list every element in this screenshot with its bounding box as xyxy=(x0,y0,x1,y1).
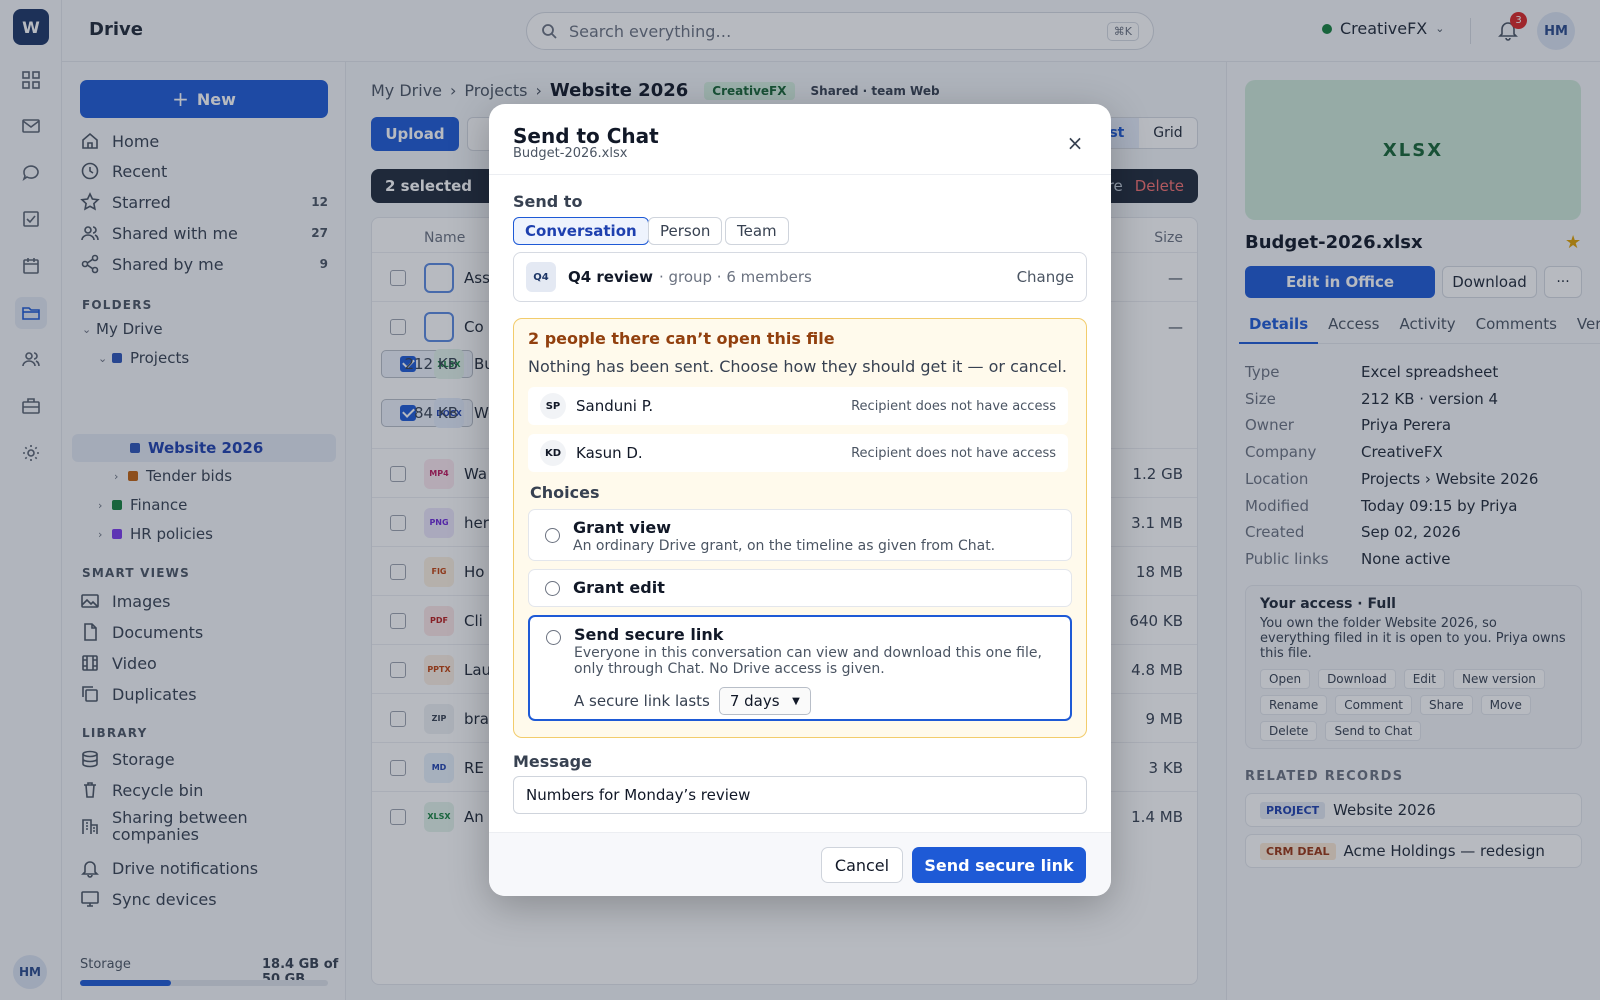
dialog-title: Send to Chat xyxy=(513,124,659,148)
choice-send-secure-link[interactable]: Send secure link Everyone in this conver… xyxy=(528,615,1072,721)
dialog-subtitle: Budget-2026.xlsx xyxy=(513,146,628,161)
choice-grant-view[interactable]: Grant view An ordinary Drive grant, on t… xyxy=(528,509,1072,561)
send-to-chat-dialog: Send to Chat Budget-2026.xlsx × Send to … xyxy=(489,104,1111,896)
conversation-meta: · group · 6 members xyxy=(658,268,812,286)
radio-grant-view[interactable] xyxy=(545,528,560,543)
choice-grant-edit[interactable]: Grant edit xyxy=(528,569,1072,607)
recipient-name: Kasun D. xyxy=(576,444,643,462)
selected-conversation: Q4 Q4 review · group · 6 members Change xyxy=(513,252,1087,302)
link-duration-select[interactable]: 7 days ▼ xyxy=(718,687,811,715)
send-secure-link-button[interactable]: Send secure link xyxy=(912,847,1086,883)
choice-description: An ordinary Drive grant, on the timeline… xyxy=(573,538,996,554)
chevron-down-icon: ▼ xyxy=(792,695,800,707)
recipient-access-note: Recipient does not have access xyxy=(851,398,1056,414)
conversation-name: Q4 review xyxy=(568,268,653,286)
cancel-button[interactable]: Cancel xyxy=(821,847,903,883)
target-tab-person[interactable]: Person xyxy=(648,217,723,245)
choice-title: Grant view xyxy=(573,518,671,537)
change-target-button[interactable]: Change xyxy=(1017,268,1074,286)
link-duration-row: A secure link lasts 7 days ▼ xyxy=(574,687,1060,715)
dialog-footer: Cancel Send secure link xyxy=(489,832,1111,896)
recipient-avatar: SP xyxy=(540,393,566,419)
choice-title: Send secure link xyxy=(574,625,724,644)
conversation-avatar: Q4 xyxy=(526,262,556,292)
access-warning: 2 people there can’t open this file Noth… xyxy=(513,318,1087,738)
link-duration-label: A secure link lasts xyxy=(574,692,710,710)
link-duration-value: 7 days xyxy=(729,692,780,710)
recipient-avatar: KD xyxy=(540,440,566,466)
close-icon[interactable]: × xyxy=(1064,131,1086,155)
divider xyxy=(489,174,1111,175)
recipient-name: Sanduni P. xyxy=(576,397,654,415)
target-tab-team[interactable]: Team xyxy=(725,217,789,245)
recipient-row: SP Sanduni P. Recipient does not have ac… xyxy=(528,387,1068,425)
warning-title: 2 people there can’t open this file xyxy=(528,329,835,348)
warning-text: Nothing has been sent. Choose how they s… xyxy=(528,357,1067,376)
choices-heading: Choices xyxy=(530,483,600,502)
radio-send-secure-link[interactable] xyxy=(546,630,561,645)
target-tab-conversation[interactable]: Conversation xyxy=(513,217,649,245)
recipient-row: KD Kasun D. Recipient does not have acce… xyxy=(528,434,1068,472)
choice-description: Everyone in this conversation can view a… xyxy=(574,645,1042,677)
recipient-access-note: Recipient does not have access xyxy=(851,445,1056,461)
radio-grant-edit[interactable] xyxy=(545,581,560,596)
message-input[interactable]: Numbers for Monday’s review xyxy=(513,776,1087,814)
send-to-label: Send to xyxy=(513,192,583,211)
message-label: Message xyxy=(513,752,592,771)
choice-title: Grant edit xyxy=(573,578,665,597)
